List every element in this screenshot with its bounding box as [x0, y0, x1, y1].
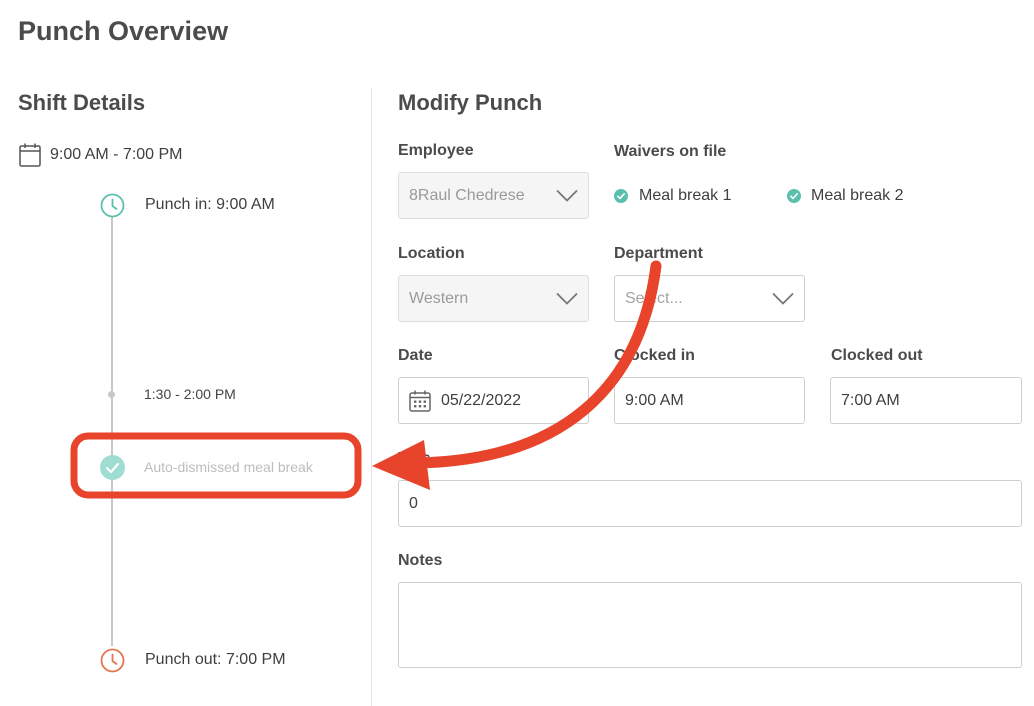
tips-input[interactable]: 0	[398, 480, 1022, 527]
timeline-line	[111, 214, 113, 646]
chevron-down-icon	[772, 292, 794, 305]
department-placeholder: Select...	[625, 289, 683, 307]
break-time-label: 1:30 - 2:00 PM	[144, 386, 236, 402]
modify-punch-title: Modify Punch	[398, 90, 543, 115]
clocked-in-value: 9:00 AM	[625, 391, 684, 409]
calendar-icon	[19, 143, 41, 167]
auto-dismissed-label: Auto-dismissed meal break	[144, 459, 313, 475]
tips-label: Tips	[398, 450, 431, 467]
location-value: Western	[409, 289, 469, 307]
punch-in-label: Punch in: 9:00 AM	[145, 196, 275, 213]
department-label: Department	[614, 245, 703, 262]
calendar-icon	[409, 390, 431, 412]
clocked-out-label: Clocked out	[831, 347, 923, 364]
page-title: Punch Overview	[18, 16, 229, 46]
date-input[interactable]: 05/22/2022	[398, 377, 589, 424]
punch-in-clock-icon	[100, 193, 125, 218]
location-label: Location	[398, 245, 465, 262]
waiver-check-icon	[614, 189, 628, 203]
shift-time-range: 9:00 AM - 7:00 PM	[50, 146, 183, 163]
waiver-meal-break-1: Meal break 1	[639, 187, 732, 204]
clocked-in-input[interactable]: 9:00 AM	[614, 377, 805, 424]
waiver-check-icon	[787, 189, 801, 203]
clocked-out-input[interactable]: 7:00 AM	[830, 377, 1022, 424]
chevron-down-icon	[556, 189, 578, 202]
employee-value: 8Raul Chedrese	[409, 186, 525, 204]
location-select[interactable]: Western	[398, 275, 589, 322]
notes-textarea[interactable]	[398, 582, 1022, 668]
waiver-meal-break-2: Meal break 2	[811, 187, 904, 204]
column-divider	[371, 88, 372, 706]
tips-value: 0	[409, 494, 418, 512]
clocked-out-value: 7:00 AM	[841, 391, 900, 409]
waivers-label: Waivers on file	[614, 143, 727, 160]
auto-dismissed-check-icon	[100, 455, 125, 480]
clocked-in-label: Clocked in	[614, 347, 695, 364]
chevron-down-icon	[556, 292, 578, 305]
punch-out-clock-icon	[100, 648, 125, 673]
employee-select[interactable]: 8Raul Chedrese	[398, 172, 589, 219]
date-value: 05/22/2022	[441, 391, 522, 409]
date-label: Date	[398, 347, 433, 364]
break-dot	[108, 391, 115, 398]
department-select[interactable]: Select...	[614, 275, 805, 322]
employee-label: Employee	[398, 142, 474, 159]
notes-label: Notes	[398, 552, 443, 569]
shift-details-title: Shift Details	[18, 90, 146, 115]
punch-out-label: Punch out: 7:00 PM	[145, 651, 286, 668]
